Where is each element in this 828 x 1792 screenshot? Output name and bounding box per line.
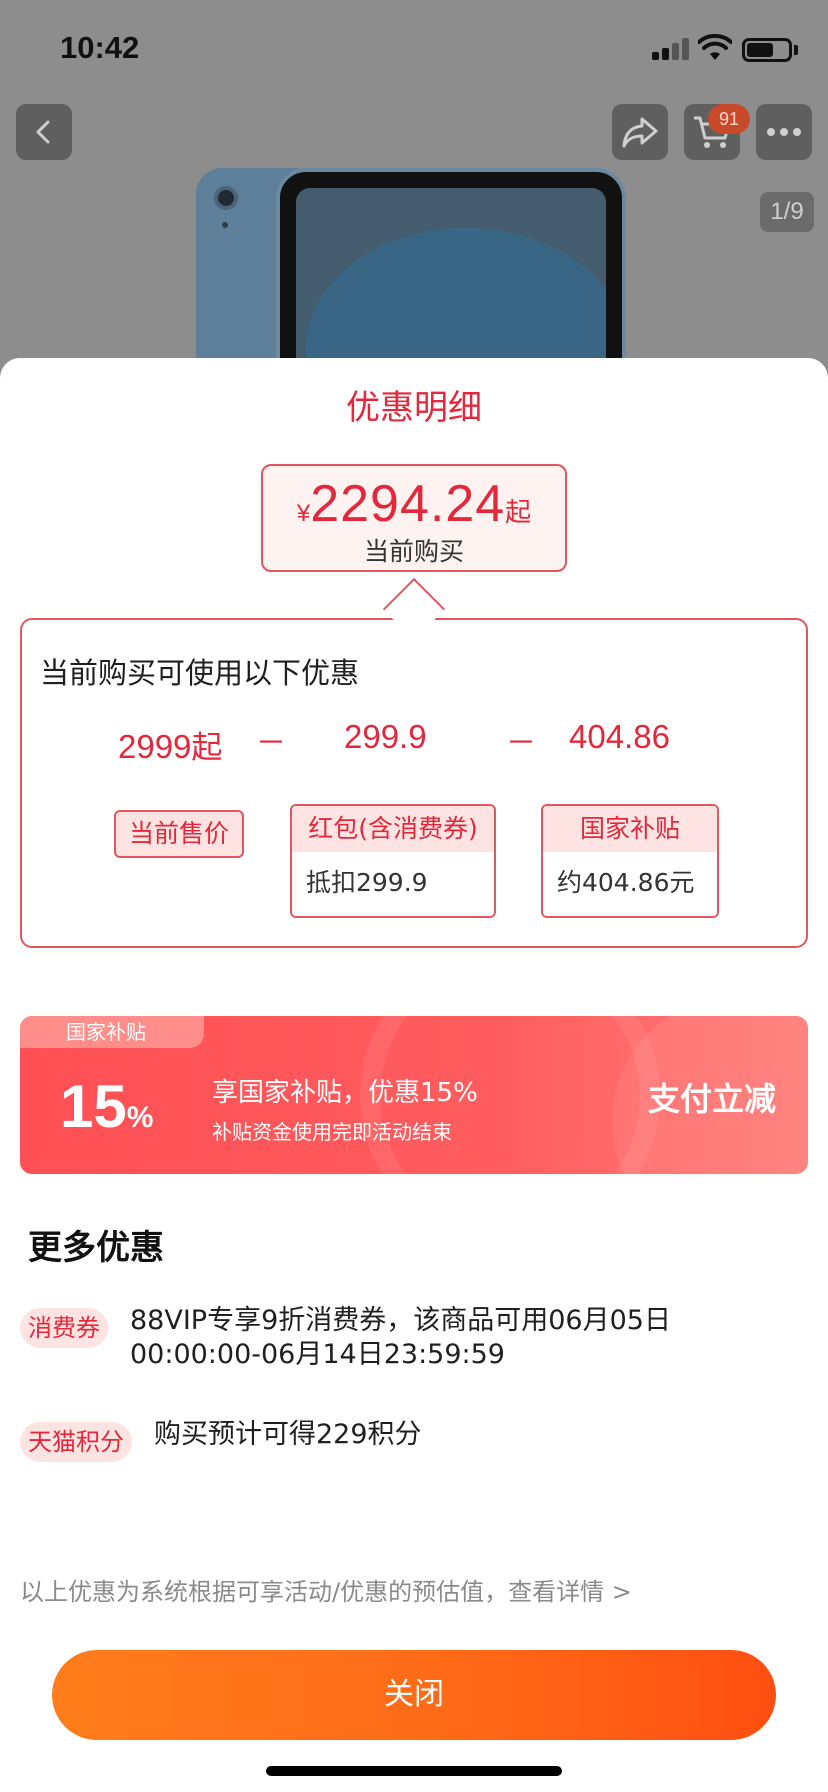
minus-sign: － (506, 726, 536, 761)
coupon-offer-text: 88VIP专享9折消费券，该商品可用06月05日00:00:00-06月14日2… (130, 1305, 671, 1370)
more-offers-title: 更多优惠 (28, 1228, 164, 1268)
product-image (196, 168, 636, 380)
redpacket-card: 红包(含消费券) 抵扣299.9 (290, 804, 496, 918)
price-amount: 2294.24 (310, 475, 506, 533)
battery-tip (794, 45, 798, 55)
points-offer-text: 购买预计可得229积分 (154, 1419, 422, 1450)
base-price-value: 2999起 (118, 722, 222, 767)
currency-symbol: ¥ (296, 500, 311, 527)
cart-count-badge: 91 (708, 104, 750, 134)
disclaimer-link[interactable]: 以上优惠为系统根据可享活动/优惠的预估值，查看详情 > (20, 1572, 632, 1607)
subsidy-value: 404.86 (569, 718, 670, 755)
status-bar: 10:42 (0, 0, 828, 96)
home-indicator[interactable] (266, 1766, 562, 1776)
callout-pointer-mask (382, 620, 446, 630)
discount-formula-box: 当前购买可使用以下优惠 2999起 － 299.9 － 404.86 当前售价 … (20, 618, 808, 948)
tablet-front-image (276, 168, 626, 380)
signal-icon (652, 38, 690, 60)
back-button[interactable] (16, 104, 72, 160)
price-label: 当前购买 (363, 537, 464, 566)
more-dots-icon (767, 128, 801, 136)
current-price: ¥2294.24起 (263, 474, 565, 534)
banner-title: 享国家补贴，优惠15% (212, 1078, 478, 1108)
more-button[interactable] (756, 104, 812, 160)
coupon-tag: 消费券 (20, 1308, 108, 1348)
discount-detail-sheet: 优惠明细 ¥2294.24起 当前购买 当前购买可使用以下优惠 2999起 － … (0, 358, 828, 1792)
close-button[interactable]: 关闭 (52, 1650, 776, 1740)
redpacket-card-detail: 抵扣299.9 (292, 852, 494, 916)
base-price-suffix: 起 (191, 730, 223, 766)
formula-heading: 当前购买可使用以下优惠 (40, 656, 360, 690)
base-price-number: 2999 (118, 728, 192, 765)
subsidy-card: 国家补贴 约404.86元 (541, 804, 719, 918)
base-price-label: 当前售价 (114, 810, 244, 858)
share-icon (622, 117, 658, 148)
image-counter: 1/9 (760, 192, 814, 232)
wifi-icon (698, 34, 732, 60)
points-tag: 天猫积分 (20, 1422, 132, 1462)
current-price-box: ¥2294.24起 当前购买 (261, 464, 567, 572)
redpacket-card-label: 红包(含消费券) (292, 806, 494, 852)
share-button[interactable] (612, 104, 668, 160)
banner-cta: 支付立减 (648, 1080, 777, 1118)
camera-flash (222, 222, 228, 228)
battery-icon (742, 38, 792, 62)
status-time: 10:42 (60, 30, 140, 65)
banner-tag: 国家补贴 (20, 1016, 204, 1048)
banner-subtitle: 补贴资金使用完即活动结束 (212, 1120, 452, 1144)
tablet-screen (296, 188, 606, 380)
sheet-title: 优惠明细 (346, 388, 482, 428)
redpacket-value: 299.9 (344, 718, 427, 755)
price-suffix: 起 (505, 498, 532, 528)
national-subsidy-banner[interactable]: 国家补贴 15% 享国家补贴，优惠15% 补贴资金使用完即活动结束 支付立减 (20, 1016, 808, 1174)
minus-sign: － (256, 726, 286, 761)
subsidy-card-detail: 约404.86元 (543, 852, 717, 916)
chevron-left-icon (36, 120, 50, 144)
subsidy-percent-number: 15 (60, 1073, 127, 1140)
subsidy-percent: 15% (60, 1072, 153, 1141)
camera-lens (214, 186, 238, 210)
subsidy-card-label: 国家补贴 (543, 806, 717, 852)
subsidy-percent-sign: % (126, 1101, 154, 1134)
